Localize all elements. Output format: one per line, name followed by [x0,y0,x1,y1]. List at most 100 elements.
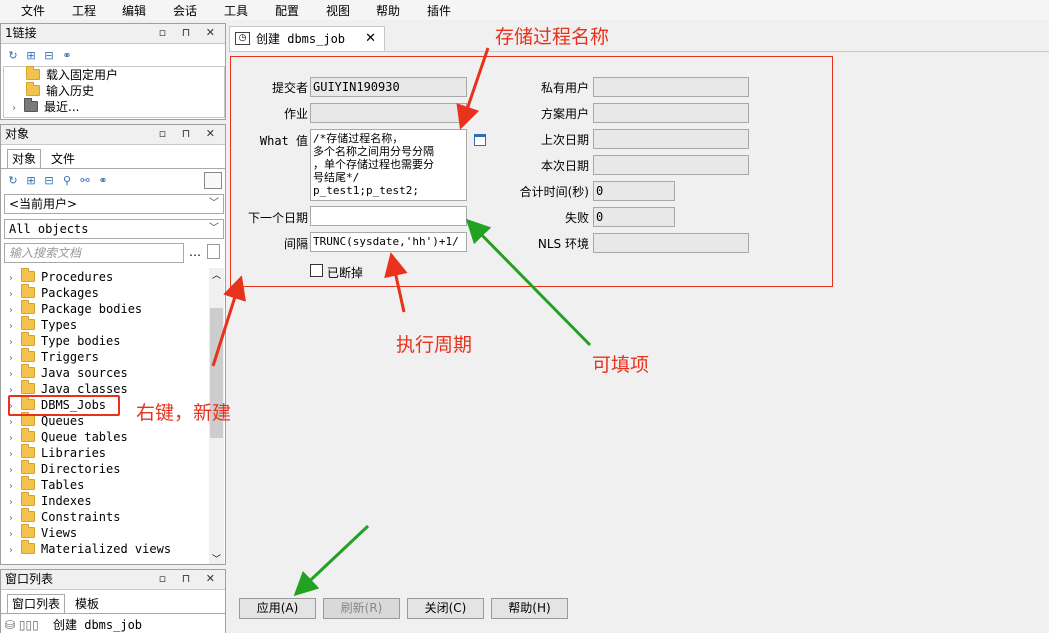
this-date-field[interactable] [593,155,749,175]
folder-icon [21,300,35,314]
submitter-field[interactable]: GUIYIN190930 [310,77,467,97]
menu-plugins[interactable]: 插件 [427,2,451,19]
folder-icon [21,364,35,378]
total-time-label: 合计时间(秒) [519,185,589,199]
tree-item[interactable]: › Materialized views [9,540,171,557]
folder-icon [21,540,35,554]
close-button[interactable]: 关闭(C) [407,598,484,619]
delete-icon[interactable]: ⊟ [43,175,55,187]
folder-icon [21,380,35,394]
menu-tools[interactable]: 工具 [224,2,248,19]
scroll-up-icon[interactable]: ︿ [210,268,223,281]
folder-icon [21,524,35,538]
new-icon[interactable]: ⊞ [25,175,37,187]
objects-panel: 对象 ▫ ⊓ ✕ 对象 文件 ↻ ⊞ ⊟ ⚲ ⚯ ⚭ <当前用户> ﹀ All o… [0,124,226,565]
apply-button[interactable]: 应用(A) [239,598,316,619]
panel-window-buttons[interactable]: ▫ ⊓ ✕ [159,26,221,39]
filter-icon[interactable]: ⚯ [79,175,91,187]
job-label: 作业 [283,107,308,121]
panel-option-box[interactable] [204,172,222,189]
interval-field[interactable]: TRUNC(sysdate,'hh')+1/ [310,232,467,252]
menu-help[interactable]: 帮助 [376,2,400,19]
tree-item[interactable]: › Type bodies [9,332,120,349]
annotation-right-click: 右键，新建 [136,402,232,424]
what-field[interactable]: /*存储过程名称， 多个名称之间用分号分隔 ，单个存储过程也需要分 号结尾*/ … [310,129,467,201]
menu-config[interactable]: 配置 [275,2,299,19]
new-document-icon[interactable] [207,244,220,259]
tree-item[interactable]: › Tables [9,476,84,493]
link-item-pinned[interactable]: 载入固定用户 [26,66,118,83]
tab-templates[interactable]: 模板 [71,595,103,614]
tab-divider [1,168,225,169]
nls-env-field[interactable] [593,233,749,253]
owner-select[interactable]: <当前用户> ﹀ [4,194,224,214]
tab-underline [228,51,1049,52]
failures-field[interactable]: 0 [593,207,675,227]
folder-icon [21,508,35,522]
refresh-icon[interactable]: ↻ [7,50,19,62]
more-icon[interactable]: … [189,245,201,259]
tab-objects[interactable]: 对象 [7,149,42,169]
search-input[interactable]: 输入搜索文档 [4,243,184,263]
next-date-label: 下一个日期 [247,211,308,225]
refresh-icon[interactable]: ↻ [7,175,19,187]
object-filter-select[interactable]: All objects ﹀ [4,219,224,239]
last-date-label: 上次日期 [540,133,589,147]
priv-user-field[interactable] [593,77,749,97]
tree-item[interactable]: › Types [9,316,77,333]
broken-checkbox[interactable] [310,264,323,277]
menu-project[interactable]: 工程 [72,2,96,19]
window-list-item[interactable]: ⛁ ▯▯▯ 创建 dbms_job [5,617,142,633]
tree-item[interactable]: › Libraries [9,444,106,461]
next-date-field[interactable] [310,206,467,226]
tree-item[interactable]: › Views [9,524,77,541]
connect-icon[interactable]: ⚭ [97,175,109,187]
link-item-history[interactable]: 输入历史 [26,82,94,99]
last-date-field[interactable] [593,129,749,149]
annotation-proc-name: 存储过程名称 [495,26,610,48]
menu-view[interactable]: 视图 [326,2,350,19]
menu-edit[interactable]: 编辑 [122,2,146,19]
close-tab-icon[interactable]: ✕ [365,27,376,51]
menu-session[interactable]: 会话 [173,2,197,19]
folder-icon [24,98,38,112]
schema-user-field[interactable] [593,103,749,123]
help-button[interactable]: 帮助(H) [491,598,568,619]
folder-icon [26,66,40,80]
collapse-icon[interactable]: ⊟ [43,50,55,62]
tree-item[interactable]: › Directories [9,460,120,477]
tab-create-dbms-job[interactable]: ◷ 创建 dbms_job ✕ [229,26,385,52]
tree-item[interactable]: › Constraints [9,508,120,525]
total-time-field[interactable]: 0 [593,181,675,201]
link-item-recent[interactable]: › 最近... [12,98,79,115]
tab-files[interactable]: 文件 [47,150,79,169]
tree-item[interactable]: › Package bodies [9,300,142,317]
tree-item[interactable]: › Triggers [9,348,99,365]
tree-item[interactable]: › Java sources [9,364,128,381]
connect-icon[interactable]: ⚭ [61,50,73,62]
broken-label: 已断掉 [327,266,364,280]
job-field[interactable] [310,103,467,123]
interval-label: 间隔 [283,237,308,251]
expand-icon[interactable]: ⊞ [25,50,37,62]
failures-label: 失败 [564,211,589,225]
editor-window-icon[interactable] [474,134,486,146]
folder-icon [26,82,40,96]
folder-icon [21,348,35,362]
what-label: What 值 [259,134,308,148]
links-tree: 载入固定用户 输入历史 › 最近... [3,66,225,118]
tree-item[interactable]: › Procedures [9,268,113,285]
tree-item[interactable]: › Indexes [9,492,92,509]
panel-window-buttons[interactable]: ▫ ⊓ ✕ [159,127,221,140]
tree-item[interactable]: › Queue tables [9,428,128,445]
find-icon[interactable]: ⚲ [61,175,73,187]
refresh-button[interactable]: 刷新(R) [323,598,400,619]
tree-item[interactable]: › Packages [9,284,99,301]
panel-window-buttons[interactable]: ▫ ⊓ ✕ [159,572,221,585]
tab-window-list[interactable]: 窗口列表 [7,594,66,614]
selection-highlight [8,395,120,416]
nls-env-label: NLS 环境 [537,237,589,251]
scroll-down-icon[interactable]: ﹀ [210,552,223,565]
chevron-down-icon: ﹀ [209,198,219,209]
menu-file[interactable]: 文件 [21,2,45,19]
